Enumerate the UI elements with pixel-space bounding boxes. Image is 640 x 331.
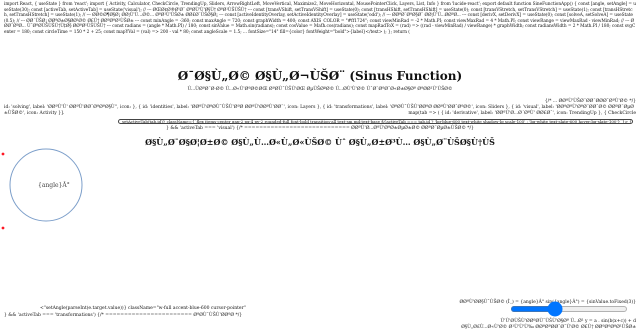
source-code-text: import React, { useState } from 'react';… — [4, 2, 636, 36]
unit-circle-graphic: {angle}Â° — [1, 148, 83, 230]
circle-angle-label: {angle}Â° — [38, 182, 70, 189]
intro-line: Ù...ÙØªØ¨Ø·Ø© Ù...Ø«Ù'ØªØ©ØŒ ØªØ­ÙˆÙŠÙ'Ø… — [187, 87, 453, 92]
map-line: map(tab => ( { id: 'derivative', label: … — [408, 111, 636, 116]
transformations-comment-line: } && 'activeTab === 'transformations') {… — [4, 313, 243, 318]
circle-point — [1, 152, 5, 156]
page: import React, { useState } from 'react';… — [0, 0, 640, 331]
comment-line: {/* ... ØØªÙ'ÙŠØ¨ØØ¨ØØ­Ø¯ØªÙ'Ø© */} — [544, 99, 636, 104]
slider-code-line: <"setAngle(parseInt(e.target.value))} cl… — [40, 306, 246, 311]
tab-button-template[interactable]: setActiveTab(tab.id)} className={`flex i… — [118, 119, 633, 124]
angle-slider[interactable] — [510, 306, 628, 312]
source-line-tail: fontSize="14" fill={color} fontWeight="b… — [248, 29, 410, 35]
axis-point — [1, 226, 5, 230]
transformation-formula-line: Ù'Ù'Ø­ÙŠÙ'ØØªØ­ÙˆÙŠÙ'Ø§Øª Ù...Ø¹ y = a .… — [500, 319, 636, 324]
page-title: Ø¯Ø§Ù„Ø© Ø§Ù„Ø¬ÙŠØ¨ (Sinus Function) — [177, 69, 463, 83]
section-heading: Ø§Ù„Ø¯Ø§Ø¦Ø±Ø© Ø§Ù„Ù…Ø«Ù„Ø«ÙŠØ© Ùˆ Ø§Ù„Ø… — [145, 137, 495, 147]
visual-section-comment: } && 'activeTab === 'visual') {/* ======… — [166, 126, 474, 131]
transformation-note-line: Ø§Ù„Ø£Ù...Ø«Ù'Ø© Ø¹Ù'Ù'Ù‰ ØØªØªØ­Ø¯Ø¯Ù'Ø… — [461, 325, 636, 330]
